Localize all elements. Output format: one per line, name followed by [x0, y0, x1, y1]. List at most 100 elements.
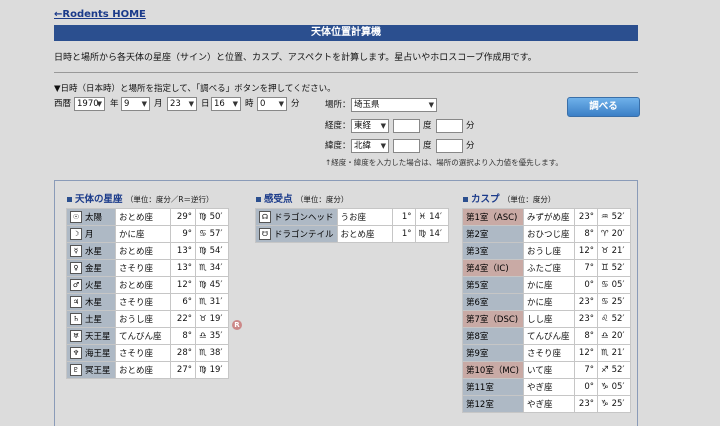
sign-cell: さそり座 [115, 259, 171, 277]
zodiac-sign-icon: ♏ [199, 263, 207, 273]
row-name-label: 木星 [85, 297, 103, 308]
minute-select[interactable]: 0 ▼ [257, 97, 287, 111]
day-unit: 日 [201, 99, 210, 109]
row-name-label: 金星 [85, 263, 103, 274]
row-name-label: 第1室（ASC) [466, 213, 518, 223]
minute-value: 34′ [209, 263, 223, 273]
zodiac-sign-icon: ♉ [199, 314, 207, 324]
minute-value: 52′ [611, 212, 625, 222]
row-name-cell: ♀ 金星 [66, 259, 116, 277]
row-name-label: 太陽 [85, 212, 103, 223]
longitude-degree-input[interactable] [393, 119, 420, 133]
row-name-cell: ♄ 土星 [66, 310, 116, 328]
table-row: 第9室 さそり座 12° ♏ 21′ [462, 344, 631, 362]
sign-minute-cell: ♓ 14′ [414, 208, 449, 226]
minute-value: 52′ [611, 314, 625, 324]
degree-cell: 9° [170, 225, 196, 243]
latitude-minute-input[interactable] [436, 139, 463, 153]
row-name-label: 冥王星 [85, 365, 111, 376]
zodiac-sign-icon: ♑ [601, 399, 609, 409]
table-row: 第11室 やぎ座 0° ♑ 05′ [462, 378, 631, 396]
minute-value: 35′ [209, 331, 223, 341]
minute-value: 45′ [209, 280, 223, 290]
row-name-cell: ♃ 木星 [66, 293, 116, 311]
row-name-cell: 第10室（MC) [462, 361, 524, 379]
zodiac-sign-icon: ♎ [199, 331, 207, 341]
chevron-down-icon: ▼ [428, 101, 434, 109]
sign-minute-cell: ♑ 25′ [597, 395, 631, 413]
square-bullet-icon [256, 197, 261, 202]
sign-cell: しし座 [523, 310, 575, 328]
zodiac-sign-icon: ♏ [199, 348, 207, 358]
row-name-label: 火星 [85, 280, 103, 291]
row-name-label: 第10室（MC) [466, 366, 519, 376]
input-priority-note: ↑経度・緯度を入力した場合は、場所の選択より入力値を優先します。 [325, 158, 563, 167]
longitude-label: 経度： [325, 121, 351, 131]
chevron-down-icon: ▼ [380, 142, 386, 150]
row-name-label: 第4室（IC) [466, 264, 509, 274]
divider [54, 72, 638, 73]
calculate-button[interactable]: 調べる [567, 97, 640, 117]
home-link[interactable]: ←Rodents HOME [54, 9, 146, 20]
longitude-direction-select[interactable]: 東経 ▼ [351, 119, 389, 133]
minute-unit: 分 [291, 99, 300, 109]
year-select[interactable]: 1970 ▼ [74, 97, 105, 111]
degree-cell: 1° [391, 208, 416, 226]
chevron-down-icon: ▼ [278, 100, 284, 108]
sign-minute-cell: ♑ 05′ [597, 378, 631, 396]
row-name-cell: ♇ 冥王星 [66, 361, 116, 379]
table-row: ☉ 太陽 おとめ座 29° ♍ 50′ [66, 208, 229, 226]
sign-cell: ふたご座 [523, 259, 575, 277]
table-row: 第6室 かに座 23° ♋ 25′ [462, 293, 631, 311]
square-bullet-icon [67, 197, 72, 202]
zodiac-sign-icon: ♈ [601, 229, 609, 239]
zodiac-sign-icon: ♐ [601, 365, 609, 375]
latitude-degree-input[interactable] [393, 139, 420, 153]
row-name-cell: 第6室 [462, 293, 524, 311]
month-select[interactable]: 9 ▼ [121, 97, 150, 111]
day-select[interactable]: 23 ▼ [167, 97, 197, 111]
mars-icon: ♂ [70, 279, 82, 292]
hour-select[interactable]: 16 ▼ [211, 97, 241, 111]
degree-cell: 12° [574, 344, 598, 362]
degree-cell: 23° [574, 293, 598, 311]
sign-cell: かに座 [115, 225, 171, 243]
sign-cell: かに座 [523, 276, 575, 294]
sign-cell: おとめ座 [115, 276, 171, 294]
intro-text: 日時と場所から各天体の星座（サイン）と位置、カスプ、アスペクトを計算します。星占… [54, 53, 537, 63]
sign-minute-cell: ♌ 52′ [597, 310, 631, 328]
retrograde-badge: R [232, 320, 242, 330]
minute-value: 19′ [209, 365, 223, 375]
zodiac-sign-icon: ♏ [199, 297, 207, 307]
table-row: ♆ 海王星 さそり座 28° ♏ 38′ [66, 344, 229, 362]
place-select[interactable]: 埼玉県 ▼ [351, 98, 437, 112]
row-name-cell: 第9室 [462, 344, 524, 362]
sign-cell: おとめ座 [115, 242, 171, 260]
sign-minute-cell: ♍ 45′ [195, 276, 229, 294]
zodiac-sign-icon: ♊ [601, 263, 609, 273]
degree-cell: 29° [170, 208, 196, 226]
saturn-icon: ♄ [70, 313, 82, 326]
table-row: ☽ 月かに座 9° ♋ 57′ [66, 225, 229, 243]
sign-cell: かに座 [523, 293, 575, 311]
minute-value: 20′ [611, 331, 625, 341]
longitude-degree-unit: 度 [423, 121, 432, 131]
row-name-cell: 第11室 [462, 378, 524, 396]
sign-cell: おとめ座 [336, 225, 393, 243]
zodiac-sign-icon: ♓ [418, 212, 427, 222]
row-name-label: 第5室 [466, 281, 489, 291]
sign-minute-cell: ♏ 34′ [195, 259, 229, 277]
sign-minute-cell: ♊ 52′ [597, 259, 631, 277]
degree-cell: 7° [574, 259, 598, 277]
sign-minute-cell: ♋ 05′ [597, 276, 631, 294]
row-name-cell: 第12室 [462, 395, 524, 413]
longitude-minute-input[interactable] [436, 119, 463, 133]
minute-value: 52′ [611, 365, 625, 375]
sign-minute-cell: ♏ 31′ [195, 293, 229, 311]
minute-value: 54′ [209, 246, 223, 256]
latitude-label: 緯度： [325, 141, 351, 151]
degree-cell: 12° [574, 242, 598, 260]
row-name-label: 第3室 [466, 247, 489, 257]
zodiac-sign-icon: ♎ [601, 331, 609, 341]
latitude-direction-select[interactable]: 北緯 ▼ [351, 139, 389, 153]
